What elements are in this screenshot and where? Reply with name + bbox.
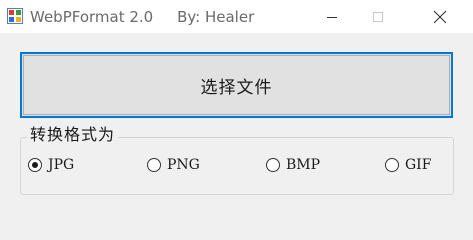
title-bar[interactable]: WebPFormat 2.0 By: Healer <box>0 0 473 33</box>
radio-circle-bmp[interactable] <box>266 158 280 172</box>
radio-jpg[interactable]: JPG <box>28 155 74 175</box>
radio-selected-dot <box>32 162 38 168</box>
maximize-button[interactable] <box>355 0 401 33</box>
radio-circle-gif[interactable] <box>385 158 399 172</box>
radio-bmp[interactable]: BMP <box>266 155 320 175</box>
radio-circle-png[interactable] <box>147 158 161 172</box>
app-icon <box>7 8 23 24</box>
app-window: WebPFormat 2.0 By: Healer 选择文件 转换格式为 JPG <box>0 0 473 216</box>
maximize-icon <box>373 11 383 22</box>
radio-png[interactable]: PNG <box>147 155 200 175</box>
select-file-button[interactable]: 选择文件 <box>20 52 453 118</box>
close-button[interactable] <box>417 0 463 33</box>
radio-label-jpg[interactable]: JPG <box>48 157 74 173</box>
window-title: WebPFormat 2.0 By: Healer <box>30 8 255 26</box>
minimize-icon <box>327 16 337 18</box>
radio-gif[interactable]: GIF <box>385 155 431 175</box>
radio-circle-jpg[interactable] <box>28 158 42 172</box>
close-icon <box>433 10 447 23</box>
radio-label-gif[interactable]: GIF <box>405 157 431 173</box>
select-file-label: 选择文件 <box>200 77 273 98</box>
format-group-label: 转换格式为 <box>27 124 119 146</box>
radio-label-bmp[interactable]: BMP <box>286 157 320 173</box>
minimize-button[interactable] <box>309 0 355 33</box>
radio-label-png[interactable]: PNG <box>167 157 200 173</box>
